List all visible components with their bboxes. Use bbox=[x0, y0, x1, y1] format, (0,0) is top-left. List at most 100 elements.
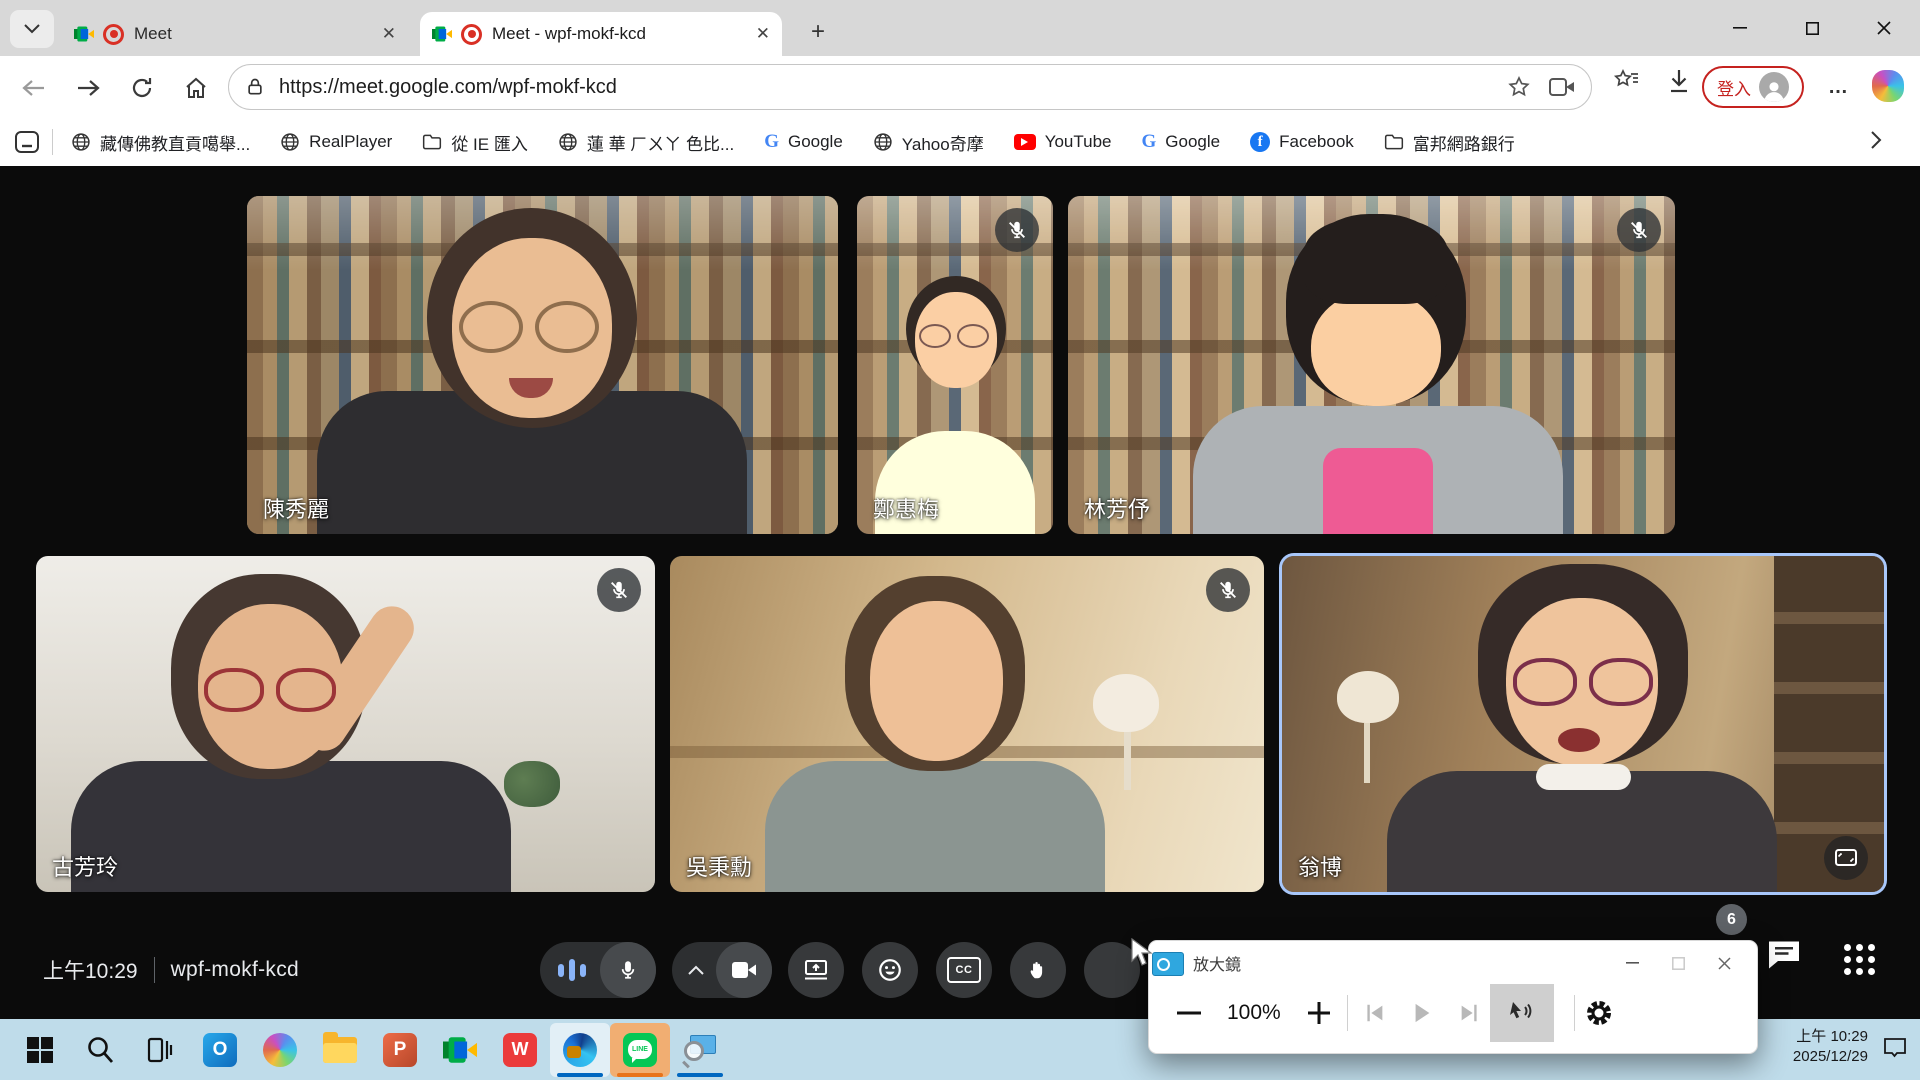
meeting-clock: 上午10:29 bbox=[43, 955, 138, 985]
camera-button[interactable] bbox=[716, 942, 772, 998]
cc-icon: CC bbox=[947, 957, 981, 983]
reactions-button[interactable] bbox=[862, 942, 918, 998]
apps-grid-icon[interactable] bbox=[1844, 944, 1875, 975]
globe-icon bbox=[280, 132, 300, 152]
taskbar-wps-icon[interactable]: W bbox=[490, 1023, 550, 1077]
taskbar-powerpoint-icon[interactable]: P bbox=[370, 1023, 430, 1077]
refresh-icon bbox=[130, 76, 154, 100]
taskbar-magnifier-icon[interactable] bbox=[670, 1023, 730, 1077]
favorites-button[interactable] bbox=[1612, 67, 1640, 95]
tab-search-button[interactable] bbox=[10, 10, 54, 48]
chevron-up-icon[interactable] bbox=[688, 965, 704, 975]
bookmark-item[interactable]: 富邦網路銀行 bbox=[1384, 130, 1515, 155]
participant-name: 翁博 bbox=[1298, 850, 1342, 882]
camera-control[interactable] bbox=[672, 942, 772, 998]
address-bar[interactable]: https://meet.google.com/wpf-mokf-kcd bbox=[228, 64, 1592, 110]
taskbar-file-explorer-icon[interactable] bbox=[310, 1023, 370, 1077]
zoom-in-button[interactable] bbox=[1307, 1001, 1331, 1025]
downloads-button[interactable] bbox=[1666, 67, 1692, 95]
bookmarks-bar: 藏傳佛教直貢噶舉... RealPlayer 從 IE 匯入 蓮 華 ㄏㄨㄚ 色… bbox=[0, 118, 1920, 167]
bookmarks-overflow-button[interactable] bbox=[1870, 130, 1882, 150]
video-feed bbox=[670, 556, 1264, 892]
skip-start-button[interactable] bbox=[1364, 1002, 1386, 1024]
bookmark-item[interactable]: 蓮 華 ㄏㄨㄚ 色比... bbox=[558, 130, 734, 155]
mic-control[interactable] bbox=[540, 942, 656, 998]
magnifier-maximize-button[interactable] bbox=[1655, 948, 1701, 978]
forward-button[interactable] bbox=[72, 72, 104, 104]
task-view-button[interactable] bbox=[130, 1023, 190, 1077]
video-tile[interactable]: 古芳玲 bbox=[36, 556, 655, 892]
skip-end-button[interactable] bbox=[1458, 1002, 1480, 1024]
captions-button[interactable]: CC bbox=[936, 942, 992, 998]
close-window-button[interactable] bbox=[1848, 0, 1920, 56]
refresh-button[interactable] bbox=[126, 72, 158, 104]
copilot-icon[interactable] bbox=[1872, 70, 1904, 102]
signin-button[interactable]: 登入 bbox=[1702, 66, 1804, 108]
browser-menu-button[interactable]: … bbox=[1828, 76, 1850, 99]
bookmark-item[interactable]: G Google bbox=[764, 131, 843, 153]
start-button[interactable] bbox=[10, 1023, 70, 1077]
decor bbox=[1337, 671, 1399, 723]
zoom-out-button[interactable] bbox=[1177, 1010, 1201, 1016]
back-button[interactable] bbox=[18, 72, 50, 104]
participant-name: 林芳伃 bbox=[1084, 492, 1150, 524]
tab-close-icon[interactable]: ✕ bbox=[382, 24, 396, 44]
camera-in-address-icon[interactable] bbox=[1549, 77, 1575, 97]
bookmark-item[interactable]: Yahoo奇摩 bbox=[873, 130, 984, 155]
video-tile[interactable]: 林芳伃 bbox=[1068, 196, 1675, 534]
bookmark-label: 蓮 華 ㄏㄨㄚ 色比... bbox=[587, 130, 734, 155]
minimize-button[interactable] bbox=[1704, 0, 1776, 56]
meet-favicon bbox=[74, 26, 94, 42]
video-tile[interactable]: 翁博 bbox=[1282, 556, 1884, 892]
tab-meet[interactable]: Meet ✕ bbox=[62, 12, 408, 56]
taskbar-meet-icon[interactable] bbox=[430, 1023, 490, 1077]
tab-close-icon[interactable]: ✕ bbox=[756, 24, 770, 44]
decor bbox=[1124, 732, 1131, 790]
notification-center-button[interactable] bbox=[1882, 1035, 1908, 1061]
tab-meet-active[interactable]: Meet - wpf-mokf-kcd ✕ bbox=[420, 12, 782, 56]
participant-count-badge: 6 bbox=[1716, 904, 1747, 935]
magnifier-titlebar[interactable]: 放大鏡 bbox=[1149, 941, 1757, 981]
present-screen-button[interactable] bbox=[788, 942, 844, 998]
new-tab-button[interactable]: + bbox=[800, 14, 836, 50]
taskbar-outlook-icon[interactable]: O bbox=[190, 1023, 250, 1077]
divider bbox=[1347, 995, 1348, 1031]
magnifier-minimize-button[interactable] bbox=[1609, 948, 1655, 978]
video-feed bbox=[1068, 196, 1675, 534]
task-view-icon bbox=[145, 1035, 175, 1065]
decor bbox=[1093, 674, 1159, 732]
raise-hand-button[interactable] bbox=[1010, 942, 1066, 998]
home-button[interactable] bbox=[180, 72, 212, 104]
bookmark-item[interactable]: 藏傳佛教直貢噶舉... bbox=[71, 130, 250, 155]
read-from-here-button[interactable] bbox=[1490, 984, 1554, 1042]
system-clock[interactable]: 上午 10:29 2025/12/29 bbox=[1793, 1027, 1868, 1067]
play-button[interactable] bbox=[1412, 1002, 1432, 1024]
taskbar-edge-icon[interactable] bbox=[550, 1023, 610, 1077]
bookmark-item[interactable]: RealPlayer bbox=[280, 132, 392, 152]
magnifier-close-button[interactable] bbox=[1701, 948, 1747, 978]
mic-button[interactable] bbox=[600, 942, 656, 998]
tray-date: 2025/12/29 bbox=[1793, 1047, 1868, 1067]
bookmark-item[interactable]: YouTube bbox=[1014, 132, 1112, 152]
taskbar-search-button[interactable] bbox=[70, 1023, 130, 1077]
video-tile[interactable]: 吳秉勳 bbox=[670, 556, 1264, 892]
bookmark-star-icon[interactable] bbox=[1507, 75, 1531, 99]
chat-button[interactable] bbox=[1766, 938, 1802, 972]
video-tile[interactable]: 陳秀麗 bbox=[247, 196, 838, 534]
bookmark-item[interactable]: f Facebook bbox=[1250, 132, 1354, 152]
magnifier-settings-button[interactable] bbox=[1585, 999, 1613, 1027]
bookmarks-sidebar-icon[interactable] bbox=[14, 130, 40, 154]
meet-favicon bbox=[432, 26, 452, 42]
taskbar-line-icon[interactable]: LINE bbox=[610, 1023, 670, 1077]
zoom-level: 100% bbox=[1227, 1001, 1281, 1025]
mic-muted-icon bbox=[995, 208, 1039, 252]
bookmark-item[interactable]: 從 IE 匯入 bbox=[422, 130, 528, 155]
magnifier-window[interactable]: 放大鏡 100% bbox=[1148, 940, 1758, 1054]
bookmark-label: RealPlayer bbox=[309, 132, 392, 152]
taskbar-copilot-icon[interactable] bbox=[250, 1023, 310, 1077]
maximize-button[interactable] bbox=[1776, 0, 1848, 56]
video-tile[interactable]: 鄭惠梅 bbox=[857, 196, 1053, 534]
picture-in-picture-icon[interactable] bbox=[1824, 836, 1868, 880]
bookmark-item[interactable]: G Google bbox=[1142, 131, 1221, 153]
chevron-right-icon bbox=[1870, 130, 1882, 150]
